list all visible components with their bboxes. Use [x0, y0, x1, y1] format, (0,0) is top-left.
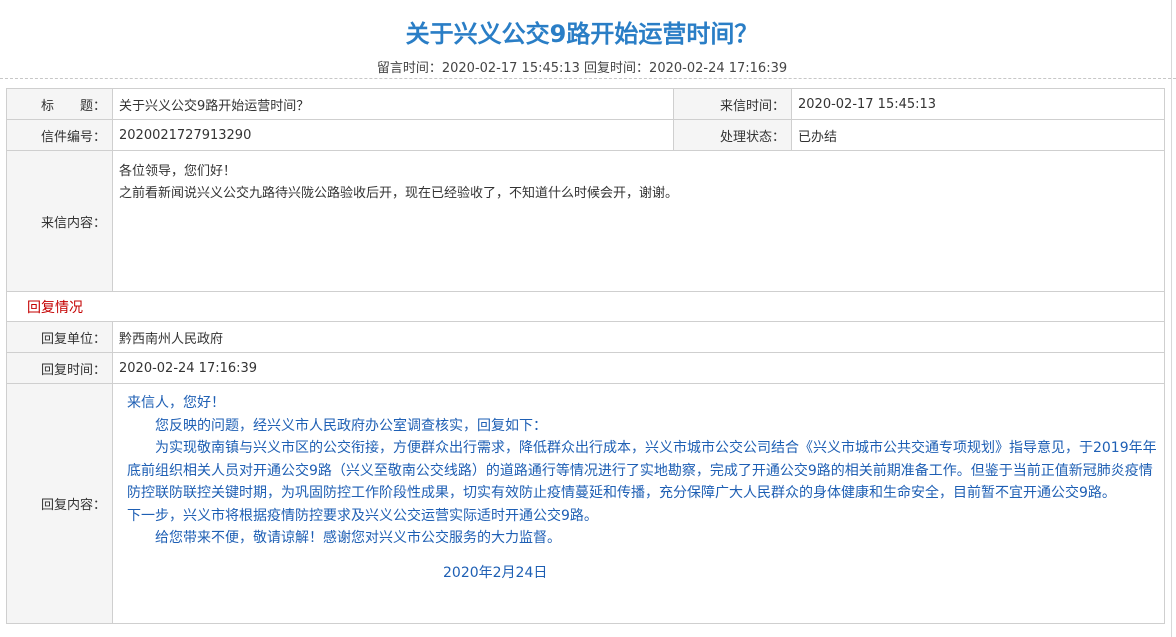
- reply-paragraph: 为实现敬南镇与兴义市区的公交衔接，方便群众出行需求，降低群众出行成本，兴义市城市…: [127, 440, 1157, 501]
- title-value: 关于兴义公交9路开始运营时间？: [112, 88, 674, 120]
- reply-section-title: 回复情况: [6, 291, 1165, 322]
- row-content: 来信内容： 各位领导，您们好！ 之前看新闻说兴义公交九路待兴陇公路验收后开，现在…: [6, 150, 1165, 292]
- status-value: 已办结: [791, 119, 1165, 151]
- letter-number-value: 2020021727913290: [112, 119, 674, 151]
- reply-paragraph: 下一步，兴义市将根据疫情防控要求及兴义公交运营实际适时开通公交9路。: [127, 507, 598, 524]
- row-reply-unit: 回复单位： 黔西南州人民政府: [6, 321, 1165, 353]
- page-title: 关于兴义公交9路开始运营时间？: [405, 20, 759, 48]
- reply-date: 2020年2月24日: [443, 564, 548, 581]
- row-reply-section: 回复情况: [6, 291, 1165, 322]
- message-reply-times: 留言时间：2020-02-17 15:45:13 回复时间：2020-02-24…: [376, 61, 788, 76]
- reply-paragraph: 您反映的问题，经兴义市人民政府办公室调查核实，回复如下：: [155, 417, 547, 434]
- reply-time-value: 2020-02-24 17:16:39: [112, 352, 1165, 384]
- reply-paragraph: 给您带来不便，敬请谅解！感谢您对兴义市公交服务的大力监督。: [155, 530, 561, 546]
- content-line: 各位领导，您们好！: [119, 164, 237, 179]
- reply-content: 来信人，您好！ 您反映的问题，经兴义市人民政府办公室调查核实，回复如下： 为实现…: [112, 383, 1165, 624]
- scrollbar-edge: [1171, 0, 1172, 637]
- reply-content-label: 回复内容：: [6, 383, 113, 624]
- letter-detail-table: 标 题： 关于兴义公交9路开始运营时间？ 来信时间： 2020-02-17 15…: [6, 88, 1165, 624]
- reply-unit-value: 黔西南州人民政府: [112, 321, 1165, 353]
- letter-content: 各位领导，您们好！ 之前看新闻说兴义公交九路待兴陇公路验收后开，现在已经验收了，…: [112, 150, 1165, 292]
- status-label: 处理状态：: [673, 119, 792, 151]
- letter-number-label: 信件编号：: [6, 119, 113, 151]
- row-number: 信件编号： 2020021727913290 处理状态： 已办结: [6, 119, 1165, 151]
- row-reply-time: 回复时间： 2020-02-24 17:16:39: [6, 352, 1165, 384]
- reply-time-label: 回复时间：: [6, 352, 113, 384]
- content-label: 来信内容：: [6, 150, 113, 292]
- reply-greeting: 来信人，您好！: [127, 395, 225, 411]
- content-line: 之前看新闻说兴义公交九路待兴陇公路验收后开，现在已经验收了，不知道什么时候会开，…: [119, 186, 679, 201]
- dashed-divider: [0, 78, 1176, 79]
- title-label: 标 题：: [6, 88, 113, 120]
- received-time-value: 2020-02-17 15:45:13: [791, 88, 1165, 120]
- reply-unit-label: 回复单位：: [6, 321, 113, 353]
- received-time-label: 来信时间：: [673, 88, 792, 120]
- row-title: 标 题： 关于兴义公交9路开始运营时间？ 来信时间： 2020-02-17 15…: [6, 88, 1165, 120]
- row-reply-content: 回复内容： 来信人，您好！ 您反映的问题，经兴义市人民政府办公室调查核实，回复如…: [6, 383, 1165, 624]
